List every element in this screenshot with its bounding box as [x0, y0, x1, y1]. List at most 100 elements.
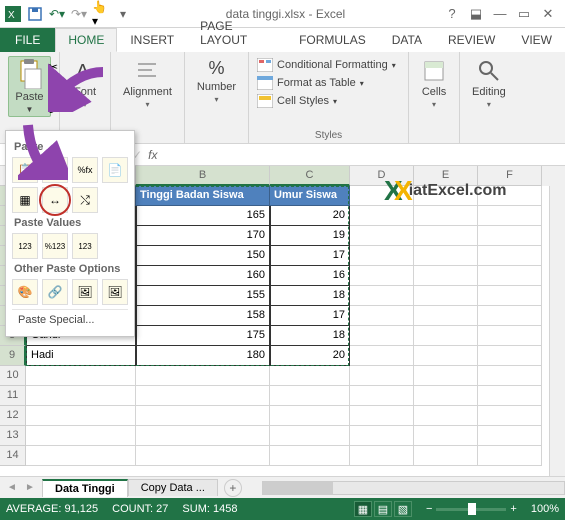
- cell[interactable]: 165: [136, 206, 270, 226]
- help-icon[interactable]: ?: [443, 5, 461, 23]
- cell[interactable]: [414, 266, 478, 286]
- cell[interactable]: [478, 346, 542, 366]
- cell[interactable]: [478, 386, 542, 406]
- cell[interactable]: 18: [270, 286, 350, 306]
- tab-file[interactable]: FILE: [0, 28, 55, 52]
- cell-styles-button[interactable]: Cell Styles ▾: [257, 92, 396, 110]
- cell[interactable]: [26, 406, 136, 426]
- cell[interactable]: [26, 366, 136, 386]
- cell[interactable]: [414, 426, 478, 446]
- cell[interactable]: 16: [270, 266, 350, 286]
- cell[interactable]: [478, 286, 542, 306]
- cell[interactable]: 150: [136, 246, 270, 266]
- format-painter-icon[interactable]: 🖌: [48, 100, 62, 114]
- cell[interactable]: Umur Siswa: [270, 186, 350, 206]
- cell[interactable]: [414, 406, 478, 426]
- conditional-formatting-button[interactable]: Conditional Formatting ▾: [257, 56, 396, 74]
- cell[interactable]: [478, 206, 542, 226]
- sheet-tab-active[interactable]: Data Tinggi: [42, 479, 128, 497]
- format-as-table-button[interactable]: Format as Table ▾: [257, 74, 396, 92]
- cell[interactable]: [350, 246, 414, 266]
- close-icon[interactable]: ✕: [539, 5, 557, 23]
- paste-formulas-number-icon[interactable]: %fx: [72, 157, 98, 183]
- cell[interactable]: [136, 366, 270, 386]
- zoom-out-icon[interactable]: −: [426, 503, 432, 515]
- zoom-slider[interactable]: − +: [426, 503, 517, 515]
- cell[interactable]: [270, 366, 350, 386]
- qat-customize-icon[interactable]: ▾: [114, 5, 132, 23]
- cell[interactable]: [350, 346, 414, 366]
- normal-view-icon[interactable]: ▦: [354, 501, 372, 517]
- cell[interactable]: 20: [270, 346, 350, 366]
- cell[interactable]: [478, 186, 542, 206]
- cell[interactable]: [136, 386, 270, 406]
- row-header[interactable]: 10: [0, 366, 26, 386]
- sheet-nav-next-icon[interactable]: ►: [22, 480, 38, 496]
- cells-button[interactable]: Cells ▾: [417, 56, 451, 111]
- copy-icon[interactable]: ⎘: [48, 80, 62, 94]
- paste-formulas-icon[interactable]: fx: [42, 157, 68, 183]
- paste-button[interactable]: Paste ▼: [8, 56, 50, 117]
- fx-icon[interactable]: fx: [148, 148, 157, 162]
- cell[interactable]: 20: [270, 206, 350, 226]
- cell[interactable]: [350, 266, 414, 286]
- formula-input[interactable]: [163, 144, 565, 165]
- new-sheet-button[interactable]: +: [224, 479, 242, 497]
- cell[interactable]: 17: [270, 246, 350, 266]
- cell[interactable]: [26, 446, 136, 466]
- cell[interactable]: [414, 206, 478, 226]
- cell[interactable]: [350, 366, 414, 386]
- touch-mode-icon[interactable]: 👆▾: [92, 5, 110, 23]
- cell[interactable]: 158: [136, 306, 270, 326]
- cell[interactable]: [478, 426, 542, 446]
- col-header-f[interactable]: F: [478, 166, 542, 186]
- paste-linked-picture-icon[interactable]: 🖼: [102, 279, 128, 305]
- cell[interactable]: [414, 386, 478, 406]
- paste-formatting-icon[interactable]: 🎨: [12, 279, 38, 305]
- number-button[interactable]: % Number ▾: [193, 56, 240, 106]
- cell[interactable]: 170: [136, 226, 270, 246]
- page-layout-view-icon[interactable]: ▤: [374, 501, 392, 517]
- paste-values-icon[interactable]: 123: [12, 233, 38, 259]
- cell[interactable]: [414, 246, 478, 266]
- cell[interactable]: [350, 386, 414, 406]
- paste-transpose-icon[interactable]: ⤭: [72, 187, 98, 213]
- cell[interactable]: [26, 386, 136, 406]
- cell[interactable]: [350, 326, 414, 346]
- row-header[interactable]: 13: [0, 426, 26, 446]
- paste-values-source-icon[interactable]: 123: [72, 233, 98, 259]
- row-header[interactable]: 14: [0, 446, 26, 466]
- zoom-level[interactable]: 100%: [531, 503, 559, 515]
- paste-special-button[interactable]: Paste Special...: [12, 309, 128, 330]
- tab-review[interactable]: REVIEW: [435, 28, 508, 52]
- cell[interactable]: [270, 446, 350, 466]
- row-header[interactable]: 12: [0, 406, 26, 426]
- cell[interactable]: [350, 206, 414, 226]
- col-header-e[interactable]: E: [414, 166, 478, 186]
- cell[interactable]: [414, 186, 478, 206]
- restore-icon[interactable]: ▭: [515, 5, 533, 23]
- cut-icon[interactable]: ✂: [48, 60, 62, 74]
- vertical-scrollbar[interactable]: [549, 186, 565, 476]
- sheet-tab-other[interactable]: Copy Data ...: [128, 479, 218, 496]
- cell[interactable]: 19: [270, 226, 350, 246]
- cell[interactable]: 155: [136, 286, 270, 306]
- alignment-button[interactable]: Alignment ▾: [119, 56, 176, 111]
- cell[interactable]: [270, 406, 350, 426]
- excel-app-icon[interactable]: X: [4, 5, 22, 23]
- row-header[interactable]: 11: [0, 386, 26, 406]
- cell[interactable]: [478, 306, 542, 326]
- undo-icon[interactable]: ↶▾: [48, 5, 66, 23]
- cell[interactable]: [478, 446, 542, 466]
- cell[interactable]: Hadi: [26, 346, 136, 366]
- sheet-nav-prev-icon[interactable]: ◄: [4, 480, 20, 496]
- redo-icon[interactable]: ↷▾: [70, 5, 88, 23]
- paste-picture-icon[interactable]: 🖼: [72, 279, 98, 305]
- col-header-b[interactable]: B: [136, 166, 270, 186]
- cell[interactable]: 18: [270, 326, 350, 346]
- paste-no-borders-icon[interactable]: ▦: [12, 187, 38, 213]
- font-button[interactable]: A Font ▾: [68, 56, 102, 111]
- cell[interactable]: [478, 406, 542, 426]
- cell[interactable]: [350, 406, 414, 426]
- cell[interactable]: [350, 426, 414, 446]
